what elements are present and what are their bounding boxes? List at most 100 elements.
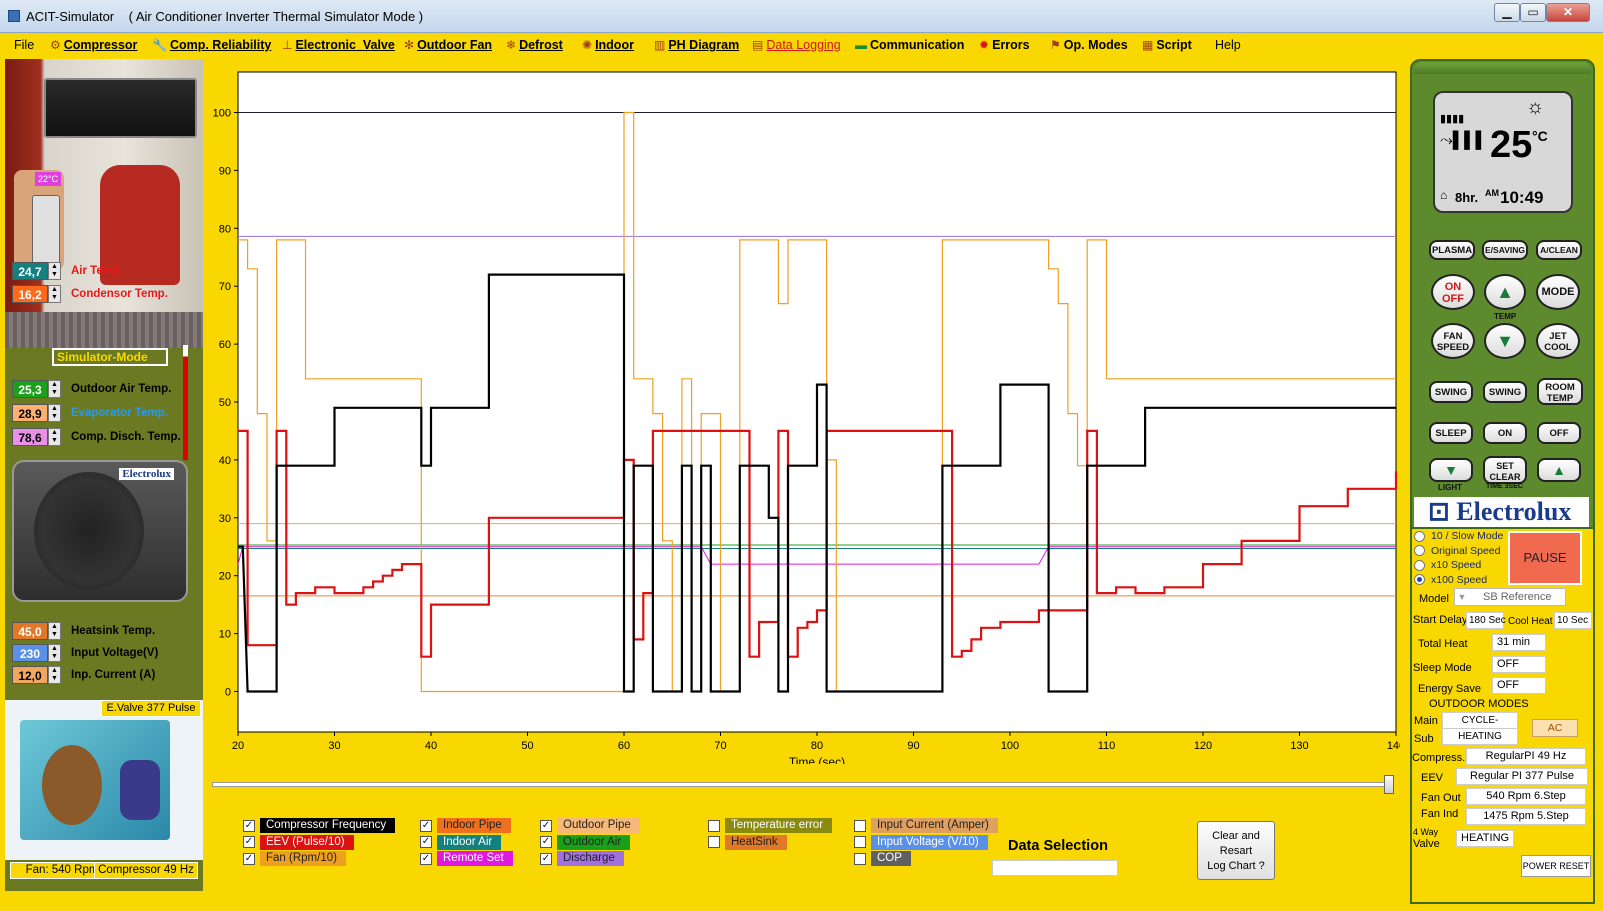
total-heat-field[interactable]: 31 min <box>1492 634 1546 651</box>
legend-checkbox[interactable] <box>708 836 720 848</box>
outdoor-air-value[interactable]: 25,3 <box>12 380 48 398</box>
air-temp-value[interactable]: 24,7 <box>12 262 48 280</box>
input-current-value[interactable]: 12,0 <box>12 666 48 684</box>
menu-help[interactable]: Help <box>1215 38 1241 52</box>
legend-item[interactable]: Temperature error <box>708 818 833 833</box>
evaporator-spinner[interactable]: 28,9 ▲ ▼ Evaporator Temp. <box>12 404 168 422</box>
air-temp-spinner[interactable]: 24,7 ▲ ▼ Air Temp. <box>12 262 123 280</box>
clear-log-chart-button[interactable]: Clear and Resart Log Chart ? <box>1197 821 1275 880</box>
legend-checkbox[interactable]: ✓ <box>420 819 432 832</box>
room-temp-button[interactable]: ROOM TEMP <box>1537 378 1583 405</box>
mode-button[interactable]: MODE <box>1536 274 1580 310</box>
legend-item[interactable]: ✓ Outdoor Air <box>540 834 631 850</box>
time-slider-thumb[interactable] <box>1384 775 1394 794</box>
cool-heat-field[interactable]: 10 Sec <box>1554 612 1592 629</box>
legend-checkbox[interactable]: ✓ <box>243 852 255 865</box>
plasma-button[interactable]: PLASMA <box>1429 240 1475 260</box>
speed-option[interactable]: x100 Speed <box>1414 574 1487 586</box>
sleep-button[interactable]: SLEEP <box>1429 422 1473 444</box>
minimize-button[interactable]: ▁ <box>1494 3 1520 22</box>
legend-checkbox[interactable]: ✓ <box>420 836 432 848</box>
maximize-button[interactable]: ▭ <box>1520 3 1546 22</box>
speed-option[interactable]: 10 / Slow Mode <box>1414 530 1503 542</box>
start-delay-field[interactable]: 180 Sec <box>1466 612 1506 629</box>
legend-item[interactable]: ✓ Indoor Pipe <box>420 818 511 833</box>
spin-arrows-icon[interactable]: ▲ ▼ <box>48 380 61 398</box>
menu-communication[interactable]: ▬ Communication <box>855 38 964 52</box>
radio-dot[interactable] <box>1414 545 1425 556</box>
menu-ph-diagram[interactable]: ▥ PH Diagram <box>654 38 739 52</box>
legend-item[interactable]: COP <box>854 851 911 866</box>
sleep-mode-field[interactable]: OFF <box>1492 656 1546 673</box>
legend-checkbox[interactable]: ✓ <box>243 819 255 832</box>
close-button[interactable]: ✕ <box>1546 3 1590 22</box>
heatsink-value[interactable]: 45,0 <box>12 622 48 640</box>
legend-item[interactable]: HeatSink <box>708 834 787 850</box>
spin-arrows-icon[interactable]: ▲ ▼ <box>48 262 61 280</box>
model-select[interactable]: ▼ SB Reference <box>1454 588 1566 606</box>
swing-button-2[interactable]: SWING <box>1483 381 1527 403</box>
condensor-temp-value[interactable]: 16,2 <box>12 285 48 303</box>
light-up-button[interactable]: ▲ <box>1537 458 1581 482</box>
timer-off-button[interactable]: OFF <box>1537 422 1581 444</box>
legend-checkbox[interactable]: ✓ <box>540 852 552 865</box>
legend-checkbox[interactable]: ✓ <box>243 836 255 848</box>
menu-indoor[interactable]: ✺ Indoor <box>582 38 634 52</box>
spin-arrows-icon[interactable]: ▲ ▼ <box>48 404 61 422</box>
legend-checkbox[interactable]: ✓ <box>540 836 552 848</box>
legend-item[interactable]: ✓ Discharge <box>540 851 624 866</box>
swing-button-1[interactable]: SWING <box>1429 381 1473 403</box>
radio-dot[interactable] <box>1414 530 1425 542</box>
legend-checkbox[interactable]: ✓ <box>420 852 432 865</box>
menu-script[interactable]: ▦ Script <box>1142 38 1192 52</box>
legend-item[interactable]: ✓ Outdoor Pipe <box>540 818 640 833</box>
menu-errors[interactable]: ✹ Errors <box>979 38 1030 52</box>
input-current-spinner[interactable]: 12,0 ▲ ▼ Inp. Current (A) <box>12 666 155 684</box>
legend-item[interactable]: ✓ Remote Set <box>420 851 513 866</box>
data-selection-field[interactable] <box>992 860 1118 876</box>
legend-item[interactable]: ✓ EEV (Pulse/10) <box>243 834 354 850</box>
spin-arrows-icon[interactable]: ▲ ▼ <box>48 428 61 446</box>
legend-checkbox[interactable] <box>854 836 866 848</box>
comp-disch-spinner[interactable]: 78,6 ▲ ▼ Comp. Disch. Temp. <box>12 428 181 446</box>
power-reset-button[interactable]: POWER RESET <box>1521 855 1591 877</box>
light-down-button[interactable]: ▼ <box>1429 458 1473 482</box>
temp-down-button[interactable]: ▼ <box>1484 323 1526 359</box>
speed-option[interactable]: Original Speed <box>1414 545 1500 557</box>
legend-checkbox[interactable]: ✓ <box>540 819 552 832</box>
legend-item[interactable]: Input Current (Amper) <box>854 818 998 833</box>
jet-cool-button[interactable]: JET COOL <box>1536 323 1580 359</box>
menu-electronic-valve[interactable]: ⊥ Electronic_Valve <box>282 38 395 52</box>
energy-save-field[interactable]: OFF <box>1492 677 1546 694</box>
legend-checkbox[interactable] <box>854 852 866 865</box>
legend-item[interactable]: ✓ Indoor Air <box>420 834 502 850</box>
radio-dot[interactable] <box>1414 574 1425 585</box>
condensor-temp-spinner[interactable]: 16,2 ▲ ▼ Condensor Temp. <box>12 285 168 303</box>
menu-data-logging[interactable]: ▤ Data Logging <box>752 38 841 52</box>
mini-remote-image[interactable] <box>32 195 60 265</box>
heatsink-spinner[interactable]: 45,0 ▲ ▼ Heatsink Temp. <box>12 622 155 640</box>
input-voltage-spinner[interactable]: 230 ▲ ▼ Input Voltage(V) <box>12 644 158 662</box>
menu-op-modes[interactable]: ⚑ Op. Modes <box>1050 38 1128 52</box>
evaporator-value[interactable]: 28,9 <box>12 404 48 422</box>
menu-defrost[interactable]: ❄ Defrost <box>506 38 563 52</box>
legend-item[interactable]: ✓ Fan (Rpm/10) <box>243 851 346 866</box>
input-voltage-value[interactable]: 230 <box>12 644 48 662</box>
legend-item[interactable]: ✓ Compressor Frequency <box>243 818 396 833</box>
radio-dot[interactable] <box>1414 559 1425 571</box>
aclean-button[interactable]: A/CLEAN <box>1536 240 1582 260</box>
menu-compressor[interactable]: ⚙ Compressor <box>50 38 137 52</box>
set-clear-button[interactable]: SET CLEAR <box>1483 456 1527 484</box>
legend-checkbox[interactable] <box>854 819 866 832</box>
on-off-button[interactable]: ON OFF <box>1431 274 1475 310</box>
speed-option[interactable]: x10 Speed <box>1414 559 1481 571</box>
spin-arrows-icon[interactable]: ▲ ▼ <box>48 285 61 303</box>
temp-up-button[interactable]: ▲ <box>1484 274 1526 310</box>
timer-on-button[interactable]: ON <box>1483 422 1527 444</box>
legend-checkbox[interactable] <box>708 819 720 832</box>
spin-arrows-icon[interactable]: ▲ ▼ <box>48 666 61 684</box>
fan-speed-button[interactable]: FAN SPEED <box>1431 323 1475 359</box>
pause-button[interactable]: PAUSE <box>1508 531 1582 585</box>
outdoor-air-spinner[interactable]: 25,3 ▲ ▼ Outdoor Air Temp. <box>12 380 171 398</box>
time-slider-track[interactable] <box>212 782 1388 787</box>
